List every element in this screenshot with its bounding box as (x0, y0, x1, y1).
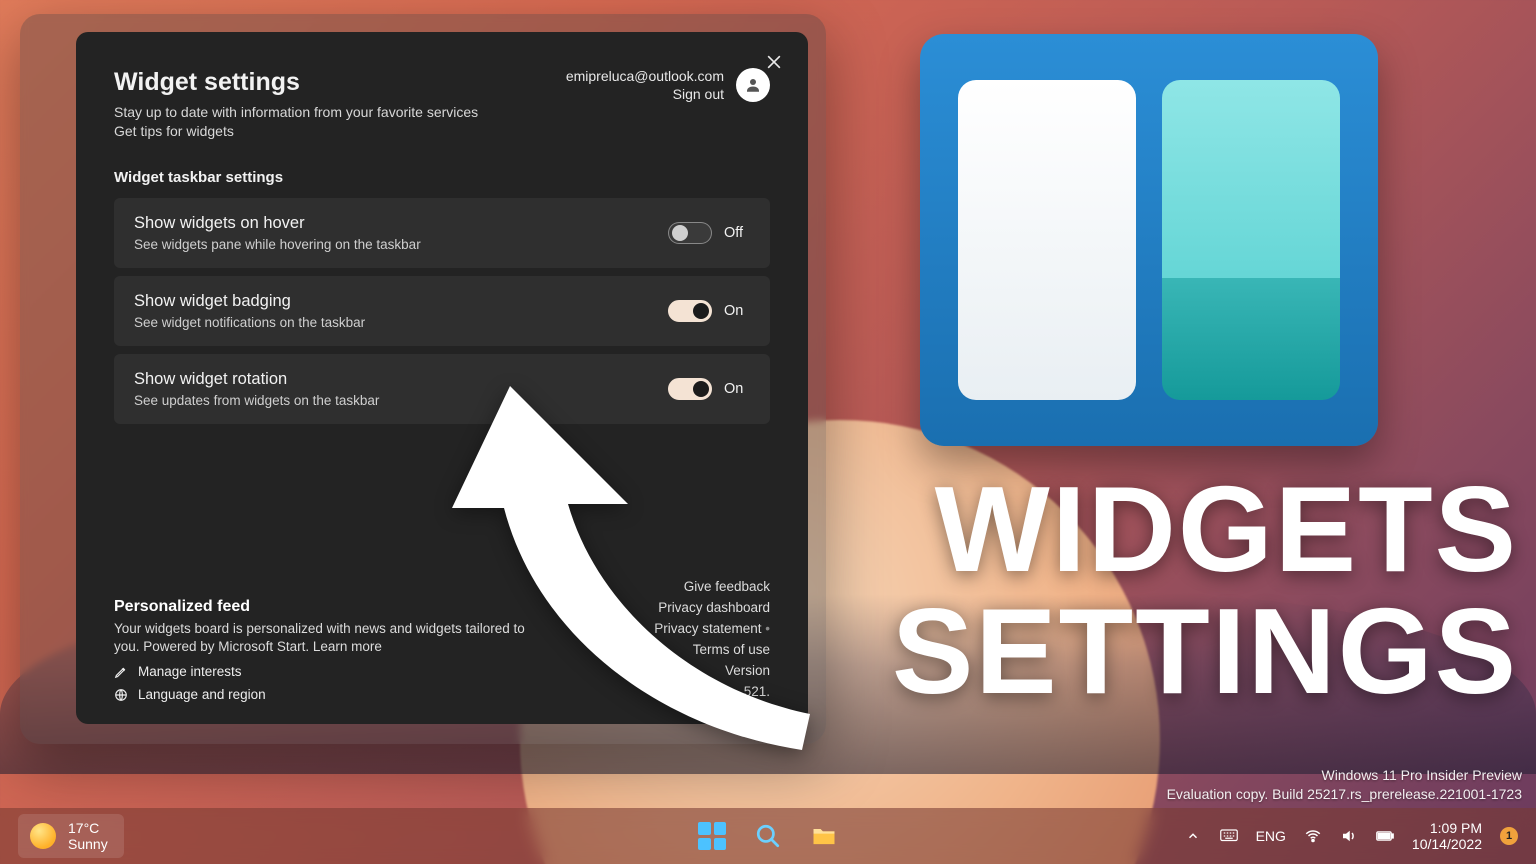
globe-icon (114, 688, 128, 702)
widgets-flyout: Widget settings Stay up to date with inf… (20, 14, 826, 744)
setting-title: Show widget badging (134, 292, 365, 311)
setting-show-widgets-on-hover: Show widgets on hover See widgets pane w… (114, 198, 770, 268)
weather-widget-button[interactable]: 17°C Sunny (18, 814, 124, 858)
wifi-icon[interactable] (1304, 827, 1322, 845)
manage-interests-link[interactable]: Manage interests (114, 664, 544, 679)
watermark-line-1: Windows 11 Pro Insider Preview (1167, 766, 1522, 785)
sun-icon (30, 823, 56, 849)
pencil-icon (114, 665, 128, 679)
version-label: Version (654, 660, 770, 681)
sign-out-link[interactable]: Sign out (673, 86, 724, 102)
setting-title: Show widgets on hover (134, 214, 421, 233)
setting-show-widget-rotation: Show widget rotation See updates from wi… (114, 354, 770, 424)
time: 1:09 PM (1412, 820, 1482, 836)
search-button[interactable] (753, 821, 783, 851)
setting-show-widget-badging: Show widget badging See widget notificat… (114, 276, 770, 346)
toggle-show-widgets-on-hover[interactable] (668, 222, 712, 244)
system-tray: ENG 1:09 PM 10/14/2022 1 (1184, 820, 1518, 852)
setting-subtitle: See widgets pane while hovering on the t… (134, 237, 421, 252)
account-email: emipreluca@outlook.com (566, 68, 724, 84)
date: 10/14/2022 (1412, 836, 1482, 852)
give-feedback-link[interactable]: Give feedback (654, 576, 770, 597)
notification-badge[interactable]: 1 (1500, 827, 1518, 845)
toggle-state: On (724, 303, 750, 319)
taskbar: 17°C Sunny ENG 1:09 PM (0, 808, 1536, 864)
watermark-line-2: Evaluation copy. Build 25217.rs_prerelea… (1167, 785, 1522, 804)
promo-line-2: SETTINGS (824, 590, 1518, 712)
weather-condition: Sunny (68, 836, 108, 852)
language-indicator[interactable]: ENG (1256, 828, 1286, 844)
footer-links: Give feedback Privacy dashboard Privacy … (654, 576, 770, 702)
terms-of-use-link[interactable]: Terms of use (654, 639, 770, 660)
setting-title: Show widget rotation (134, 370, 379, 389)
promo-title: WIDGETS SETTINGS (824, 468, 1536, 712)
privacy-dashboard-link[interactable]: Privacy dashboard (654, 597, 770, 618)
setting-subtitle: See widget notifications on the taskbar (134, 315, 365, 330)
widget-settings-panel: Widget settings Stay up to date with inf… (76, 32, 808, 724)
file-explorer-button[interactable] (809, 821, 839, 851)
start-button[interactable] (697, 821, 727, 851)
volume-icon[interactable] (1340, 827, 1358, 845)
widgets-app-icon (920, 34, 1378, 446)
toggle-state: On (724, 381, 750, 397)
weather-temp: 17°C (68, 820, 108, 836)
account-avatar[interactable] (736, 68, 770, 102)
promo-line-1: WIDGETS (824, 468, 1518, 590)
panel-subtitle: Stay up to date with information from yo… (114, 103, 478, 141)
toggle-state: Off (724, 225, 750, 241)
toggle-show-widget-rotation[interactable] (668, 378, 712, 400)
desktop-watermark: Windows 11 Pro Insider Preview Evaluatio… (1167, 766, 1522, 804)
setting-subtitle: See updates from widgets on the taskbar (134, 393, 379, 408)
version-value: 521. (654, 681, 770, 702)
feed-title: Personalized feed (114, 598, 544, 616)
close-button[interactable] (764, 52, 784, 72)
tray-overflow-button[interactable] (1184, 827, 1202, 845)
taskbar-settings-label: Widget taskbar settings (114, 169, 770, 186)
battery-icon[interactable] (1376, 827, 1394, 845)
touch-keyboard-button[interactable] (1220, 827, 1238, 845)
privacy-statement-link[interactable]: Privacy statement (654, 618, 770, 639)
feed-body: Your widgets board is personalized with … (114, 620, 544, 656)
clock[interactable]: 1:09 PM 10/14/2022 (1412, 820, 1482, 852)
panel-title: Widget settings (114, 68, 478, 97)
toggle-show-widget-badging[interactable] (668, 300, 712, 322)
language-region-link[interactable]: Language and region (114, 687, 544, 702)
personalized-feed-block: Personalized feed Your widgets board is … (114, 598, 544, 702)
